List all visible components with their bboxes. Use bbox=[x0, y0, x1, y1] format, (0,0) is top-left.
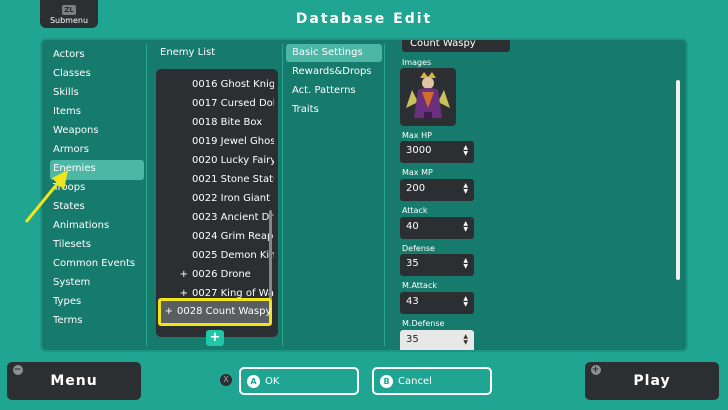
category-types[interactable]: Types bbox=[53, 296, 81, 307]
list-item[interactable]: 0017 Cursed Doll bbox=[164, 98, 274, 109]
menu-button[interactable]: − Menu bbox=[7, 362, 141, 400]
attack-label: Attack bbox=[402, 206, 428, 215]
list-item[interactable]: 0021 Stone Statue bbox=[164, 174, 274, 185]
spinner-arrows-icon[interactable]: ▲ ▼ bbox=[463, 221, 468, 233]
m-defense-label: M.Defense bbox=[402, 319, 445, 328]
column-divider bbox=[282, 44, 283, 346]
cancel-label: Cancel bbox=[398, 375, 432, 387]
m-defense-spinner[interactable]: 35 ▲ ▼ bbox=[400, 330, 474, 350]
list-item[interactable]: 0022 Iron Giant bbox=[164, 193, 274, 204]
enemy-list-title: Enemy List bbox=[160, 47, 216, 58]
details-scrollbar[interactable] bbox=[676, 80, 680, 280]
column-divider bbox=[146, 44, 147, 346]
max-mp-label: Max MP bbox=[402, 168, 433, 177]
b-key-icon: B bbox=[380, 374, 393, 388]
category-system[interactable]: System bbox=[53, 277, 90, 288]
selected-enemy-label: +0028 Count Waspy bbox=[164, 306, 272, 317]
tab-traits[interactable]: Traits bbox=[292, 104, 319, 115]
category-tilesets[interactable]: Tilesets bbox=[53, 239, 91, 250]
cancel-button[interactable]: B Cancel bbox=[372, 367, 492, 395]
menu-label: Menu bbox=[50, 373, 98, 389]
m-attack-label: M.Attack bbox=[402, 281, 437, 290]
spinner-arrows-icon[interactable]: ▲ ▼ bbox=[463, 183, 468, 195]
list-item[interactable]: 0025 Demon King bbox=[164, 250, 274, 261]
enemy-list[interactable]: 0016 Ghost Knight 0017 Cursed Doll 0018 … bbox=[156, 69, 278, 337]
database-panel: Actors Classes Skills Items Weapons Armo… bbox=[40, 38, 688, 352]
list-item[interactable]: 0024 Grim Reaper bbox=[164, 231, 274, 242]
selected-enemy-row[interactable]: +0028 Count Waspy bbox=[158, 298, 272, 326]
tab-rewards-drops[interactable]: Rewards&Drops bbox=[292, 66, 372, 77]
basic-settings-form: Count Waspy Images Max HP 3000 ▲ ▼ Max MP … bbox=[388, 40, 686, 350]
a-key-icon: A bbox=[247, 374, 260, 388]
list-item[interactable]: 0020 Lucky Fairy bbox=[164, 155, 274, 166]
page-title: Database Edit bbox=[295, 11, 433, 27]
attack-spinner[interactable]: 40 ▲ ▼ bbox=[400, 217, 474, 239]
enemy-name-field[interactable]: Count Waspy bbox=[402, 40, 510, 52]
tab-act-patterns[interactable]: Act. Patterns bbox=[292, 85, 356, 96]
category-common-events[interactable]: Common Events bbox=[53, 258, 135, 269]
list-item[interactable]: 0018 Bite Box bbox=[164, 117, 274, 128]
list-item[interactable]: 0019 Jewel Ghost bbox=[164, 136, 274, 147]
max-hp-spinner[interactable]: 3000 ▲ ▼ bbox=[400, 141, 474, 163]
m-attack-spinner[interactable]: 43 ▲ ▼ bbox=[400, 292, 474, 314]
column-divider bbox=[384, 44, 385, 346]
spinner-arrows-icon[interactable]: ▲ ▼ bbox=[463, 296, 468, 308]
play-label: Play bbox=[633, 373, 671, 389]
category-weapons[interactable]: Weapons bbox=[53, 125, 99, 136]
list-item[interactable]: 0023 Ancient Dr··· bbox=[164, 212, 274, 223]
enemy-list-scrollbar[interactable] bbox=[269, 210, 272, 300]
list-item[interactable]: 0016 Ghost Knight bbox=[164, 79, 274, 90]
category-actors[interactable]: Actors bbox=[53, 49, 85, 60]
spinner-arrows-icon[interactable]: ▲ ▼ bbox=[463, 258, 468, 270]
add-enemy-button[interactable]: + bbox=[206, 330, 224, 346]
minus-icon: − bbox=[13, 365, 23, 375]
defense-label: Defense bbox=[402, 244, 435, 253]
x-key-icon: X bbox=[220, 374, 232, 386]
images-label: Images bbox=[402, 58, 432, 67]
spinner-arrows-icon[interactable]: ▲ ▼ bbox=[463, 145, 468, 157]
category-terms[interactable]: Terms bbox=[53, 315, 82, 326]
category-classes[interactable]: Classes bbox=[53, 68, 91, 79]
max-hp-label: Max HP bbox=[402, 131, 432, 140]
defense-spinner[interactable]: 35 ▲ ▼ bbox=[400, 254, 474, 276]
category-armors[interactable]: Armors bbox=[53, 144, 89, 155]
enemy-image-picker[interactable] bbox=[400, 68, 456, 126]
play-button[interactable]: + Play bbox=[585, 362, 719, 400]
list-item[interactable]: +0026 Drone bbox=[164, 269, 274, 280]
category-skills[interactable]: Skills bbox=[53, 87, 79, 98]
category-items[interactable]: Items bbox=[53, 106, 81, 117]
max-mp-spinner[interactable]: 200 ▲ ▼ bbox=[400, 179, 474, 201]
pointer-arrow-icon bbox=[24, 170, 68, 223]
tab-basic-settings[interactable]: Basic Settings bbox=[292, 47, 363, 58]
spinner-arrows-icon[interactable]: ▲ ▼ bbox=[463, 334, 468, 346]
ok-label: OK bbox=[265, 375, 280, 387]
ok-button[interactable]: A OK bbox=[239, 367, 359, 395]
plus-icon: + bbox=[591, 365, 601, 375]
enemy-sprite-image bbox=[406, 72, 450, 120]
